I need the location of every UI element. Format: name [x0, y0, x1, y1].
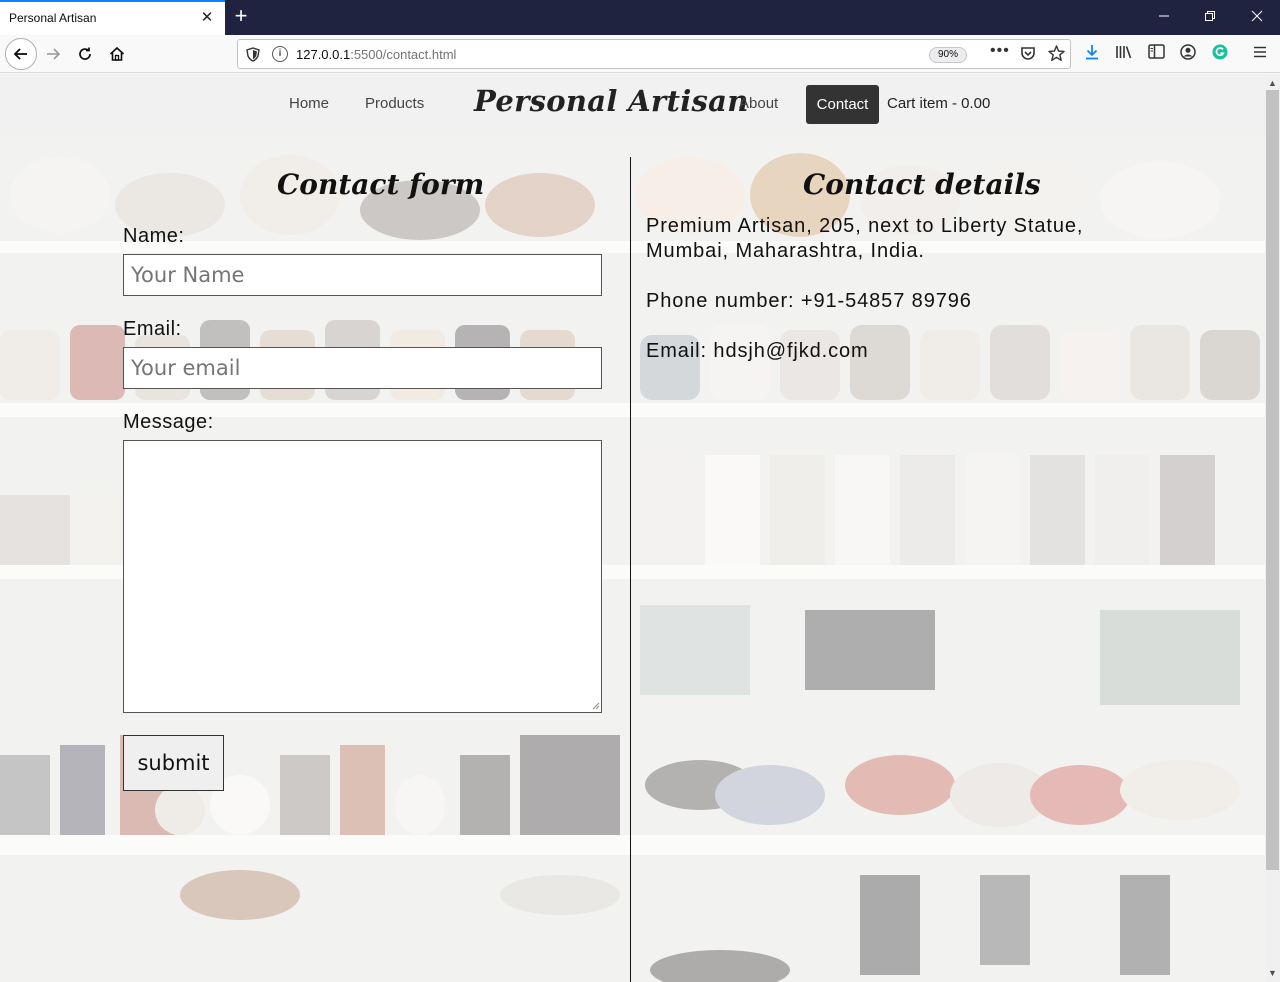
column-divider [630, 157, 631, 982]
tracking-protection-shield-icon[interactable] [246, 47, 260, 62]
phone-number: Phone number: +91-54857 89796 [646, 290, 972, 312]
restore-window-icon[interactable] [1198, 6, 1222, 28]
brand-logo[interactable]: Personal Artisan [474, 84, 749, 118]
site-info-icon[interactable]: i [272, 46, 288, 62]
cart-link[interactable]: Cart item - 0.00 [887, 95, 990, 112]
browser-tab-strip: Personal Artisan ✕ + [0, 0, 1280, 35]
contact-details-title: Contact details [803, 168, 1041, 201]
address-bar[interactable]: i 127.0.0.1:5500/contact.html 90% ••• [237, 39, 1071, 69]
download-icon[interactable] [1082, 44, 1102, 64]
name-label: Name: [123, 225, 185, 247]
email-label: Email: [123, 318, 182, 340]
contact-form-title: Contact form [277, 168, 485, 201]
browser-toolbar: i 127.0.0.1:5500/contact.html 90% ••• [0, 35, 1280, 73]
scrollbar-thumb[interactable] [1266, 90, 1279, 870]
tab-title: Personal Artisan [9, 11, 97, 25]
nav-home-link[interactable]: Home [289, 95, 329, 112]
browser-tab-active[interactable]: Personal Artisan ✕ [0, 0, 225, 35]
site-header: Home Products Personal Artisan About Con… [0, 74, 1265, 135]
name-input[interactable] [123, 254, 602, 296]
url-host: 127.0.0.1 [296, 47, 351, 62]
email-input[interactable] [123, 347, 602, 389]
zoom-level-badge[interactable]: 90% [929, 47, 967, 63]
new-tab-button[interactable]: + [229, 5, 253, 28]
scroll-down-arrow-icon[interactable]: ▼ [1265, 966, 1280, 981]
address-line-2: Mumbai, Maharashtra, India. [646, 240, 925, 262]
account-icon[interactable] [1178, 44, 1198, 64]
submit-button[interactable]: submit [123, 735, 224, 791]
hamburger-menu-icon[interactable] [1250, 44, 1270, 64]
contact-section: Contact form Name: Email: Message: submi… [0, 135, 1265, 982]
close-window-icon[interactable] [1245, 6, 1269, 28]
close-tab-icon[interactable]: ✕ [199, 10, 215, 26]
sidebar-icon[interactable] [1146, 44, 1166, 64]
page-viewport: Home Products Personal Artisan About Con… [0, 74, 1265, 982]
page-actions-menu-icon[interactable]: ••• [990, 42, 1010, 60]
home-icon[interactable] [102, 39, 132, 69]
url-path: :5500/contact.html [350, 47, 457, 62]
grammarly-icon[interactable] [1210, 44, 1230, 64]
minimize-window-icon[interactable] [1152, 6, 1176, 28]
address-line-1: Premium Artisan, 205, next to Liberty St… [646, 215, 1084, 237]
message-label: Message: [123, 411, 214, 433]
url-text[interactable]: 127.0.0.1:5500/contact.html [296, 47, 456, 62]
back-arrow-icon[interactable] [5, 38, 37, 70]
nav-contact-link[interactable]: Contact [806, 85, 879, 124]
resize-grip-icon[interactable] [590, 700, 600, 710]
forward-arrow-icon[interactable] [38, 39, 68, 69]
message-textarea[interactable] [123, 440, 602, 713]
reload-icon[interactable] [70, 39, 100, 69]
contact-email: Email: hdsjh@fjkd.com [646, 340, 869, 362]
pocket-icon[interactable] [1019, 45, 1037, 63]
scroll-up-arrow-icon[interactable]: ▲ [1265, 76, 1280, 91]
library-icon[interactable] [1114, 44, 1134, 64]
nav-about-link[interactable]: About [739, 95, 778, 112]
bookmark-star-icon[interactable] [1047, 45, 1065, 63]
nav-products-link[interactable]: Products [365, 95, 424, 112]
